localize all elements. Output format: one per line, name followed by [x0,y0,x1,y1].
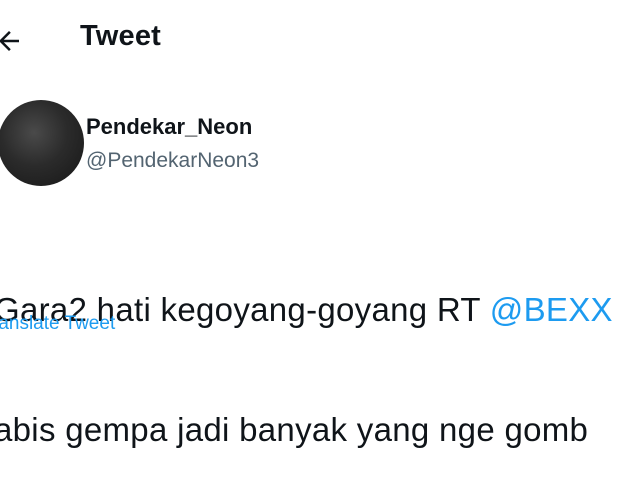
back-button[interactable] [0,24,26,58]
tweet-text: Gara2 hati kegoyang-goyang RT @BEXX abis… [0,210,640,490]
mention-link[interactable]: @BEXX [490,291,613,328]
translate-tweet-link[interactable]: ranslate Tweet [0,313,115,335]
arrow-left-icon [0,31,19,51]
page-title: Tweet [80,20,162,52]
avatar[interactable] [0,100,84,186]
author-handle: @PendekarNeon3 [86,149,260,172]
tweet-text-line-2: abis gempa jadi banyak yang nge gomb [0,411,589,448]
author-display-name[interactable]: Pendekar_Neon [86,114,252,140]
top-bar: Tweet [0,0,640,82]
